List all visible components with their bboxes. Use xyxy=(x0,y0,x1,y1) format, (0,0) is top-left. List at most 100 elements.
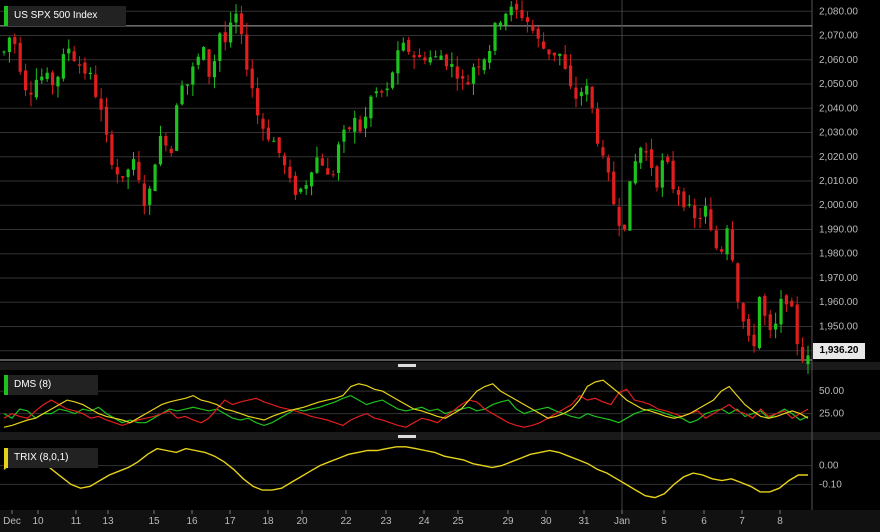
x-tick-label: 17 xyxy=(224,516,236,527)
candle-down xyxy=(250,68,254,89)
x-tick-label: 5 xyxy=(661,516,667,527)
candle-down xyxy=(541,41,546,49)
resize-grip xyxy=(398,435,416,438)
y-tick-label: 1,980.00 xyxy=(819,249,858,260)
candle-down xyxy=(536,28,540,39)
candle-up xyxy=(309,172,314,187)
panel-divider xyxy=(0,432,880,440)
candle-up xyxy=(131,159,136,170)
candle-down xyxy=(326,168,330,175)
candle-up xyxy=(315,157,319,173)
candle-down xyxy=(547,49,551,55)
trix-series-line xyxy=(3,446,808,499)
candle-down xyxy=(83,62,87,74)
candle-up xyxy=(158,135,163,165)
candle-down xyxy=(682,191,686,208)
y-tick-label: 2,010.00 xyxy=(819,176,858,187)
x-tick-label: Dec xyxy=(3,516,21,527)
candle-up xyxy=(628,181,632,231)
candle-down xyxy=(115,167,119,175)
candle-down xyxy=(568,65,573,87)
candle-down xyxy=(223,32,227,43)
candle-up xyxy=(45,72,49,80)
x-tick-label: 6 xyxy=(701,516,707,527)
y-tick-label: 2,030.00 xyxy=(819,128,858,139)
candle-up xyxy=(428,57,432,63)
candle-down xyxy=(477,66,481,68)
candle-down xyxy=(407,39,411,52)
candle-down xyxy=(520,9,524,19)
x-tick-label: 24 xyxy=(418,516,430,527)
candle-down xyxy=(358,119,362,132)
candle-down xyxy=(50,72,55,86)
x-tick-label: 25 xyxy=(452,516,464,527)
candle-down xyxy=(763,295,767,316)
candle-down xyxy=(13,36,17,45)
candle-up xyxy=(579,92,583,97)
candle-up xyxy=(757,296,762,349)
candle-down xyxy=(320,158,324,166)
candle-up xyxy=(687,204,691,206)
candle-down xyxy=(671,160,675,190)
candle-up xyxy=(56,76,60,87)
candle-up xyxy=(61,54,65,79)
candle-down xyxy=(790,300,794,307)
candle-down xyxy=(380,90,384,93)
x-tick-label: 8 xyxy=(777,516,783,527)
candle-down xyxy=(649,149,654,168)
candle-down xyxy=(552,52,556,56)
x-tick-label: 18 xyxy=(262,516,274,527)
candle-up xyxy=(336,144,341,173)
y-tick-label: 2,060.00 xyxy=(819,55,858,66)
candle-down xyxy=(590,86,594,108)
y-tick-label: 2,080.00 xyxy=(819,6,858,17)
dms-panel-title: DMS (8) xyxy=(4,375,98,395)
candle-down xyxy=(709,209,713,231)
y-tick-label: 1,970.00 xyxy=(819,273,858,284)
y-tick-label: 2,000.00 xyxy=(819,200,858,211)
candle-down xyxy=(666,156,670,162)
candle-down xyxy=(412,55,416,58)
candle-up xyxy=(504,13,508,26)
trix-y-tick-label: -0.10 xyxy=(819,479,842,490)
candle-down xyxy=(752,334,756,347)
candle-up xyxy=(2,51,6,53)
candle-up xyxy=(488,51,492,63)
candle-up xyxy=(633,161,637,184)
candle-down xyxy=(444,54,449,67)
candle-up xyxy=(374,91,378,94)
candle-down xyxy=(720,249,724,252)
candle-down xyxy=(515,3,519,10)
candle-down xyxy=(277,137,281,154)
candle-up xyxy=(212,61,217,78)
candle-down xyxy=(94,74,98,97)
candle-down xyxy=(245,34,249,70)
candle-up xyxy=(509,6,513,16)
dms-series-line xyxy=(3,379,809,428)
candle-up xyxy=(185,84,190,86)
x-tick-label: 13 xyxy=(102,516,114,527)
candle-down xyxy=(622,224,627,230)
candle-up xyxy=(88,72,92,75)
candle-up xyxy=(401,42,405,51)
candle-up xyxy=(703,206,708,217)
x-tick-label: Jan xyxy=(614,516,630,527)
candle-down xyxy=(644,151,648,153)
candle-up xyxy=(191,66,195,85)
candle-down xyxy=(747,318,751,336)
candle-down xyxy=(574,87,578,99)
candle-down xyxy=(207,49,211,77)
candle-down xyxy=(676,190,681,195)
candle-up xyxy=(34,79,38,98)
trix-y-tick-label: 0.00 xyxy=(819,461,839,472)
x-tick-label: 7 xyxy=(739,516,745,527)
x-tick-label: 29 xyxy=(502,516,514,527)
candle-up xyxy=(304,185,308,189)
candle-down xyxy=(563,54,567,69)
last-price-badge: 1,936.20 xyxy=(813,343,865,359)
candle-down xyxy=(282,155,287,166)
x-tick-label: 20 xyxy=(296,516,308,527)
candle-down xyxy=(455,66,459,79)
chart-canvas: 2,080.00 2,070.00 2,060.00 2,050.00 2,040.00… xyxy=(0,0,880,532)
candle-down xyxy=(169,148,173,153)
